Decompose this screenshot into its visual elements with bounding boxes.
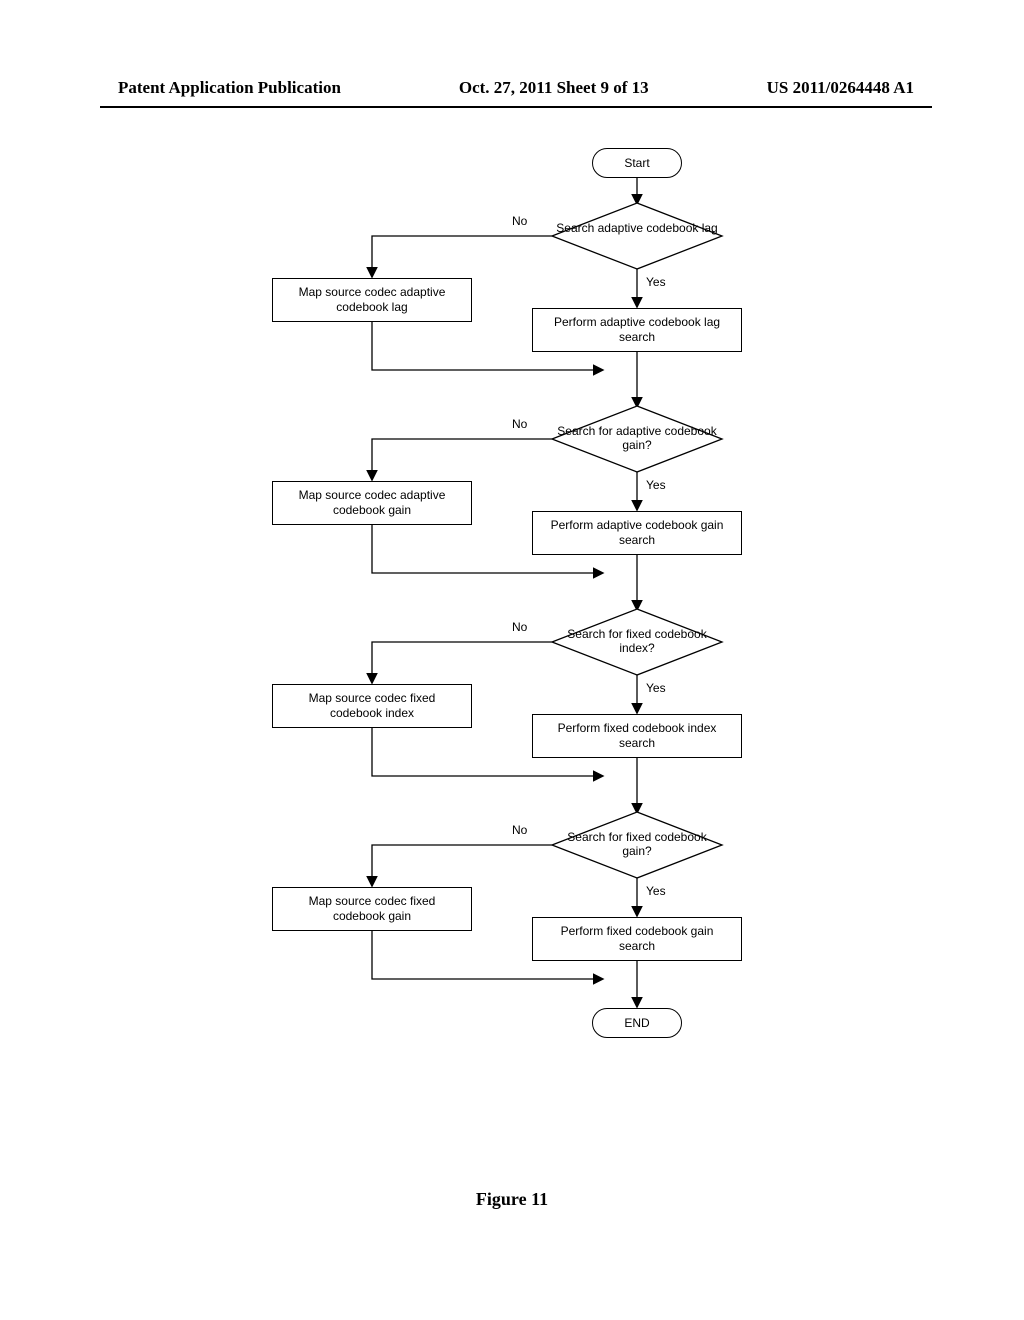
start-text: Start bbox=[624, 156, 649, 171]
no-label-3: No bbox=[512, 620, 527, 634]
map-fixed-gain: Map source codec fixed codebook gain bbox=[272, 887, 472, 931]
header-rule bbox=[100, 106, 932, 108]
yes-label-1: Yes bbox=[646, 275, 666, 289]
perform-fixed-gain: Perform fixed codebook gain search bbox=[532, 917, 742, 961]
flowchart: Start Search adaptive codebook lag No Ye… bbox=[132, 148, 892, 1148]
decision-3: Search for fixed codebook index? bbox=[552, 628, 722, 656]
perform-gain: Perform adaptive codebook gain search bbox=[532, 511, 742, 555]
yes-label-3: Yes bbox=[646, 681, 666, 695]
flowchart-edges bbox=[132, 148, 892, 1148]
decision-4: Search for fixed codebook gain? bbox=[552, 831, 722, 859]
perform-lag: Perform adaptive codebook lag search bbox=[532, 308, 742, 352]
figure-caption: Figure 11 bbox=[0, 1189, 1024, 1210]
map-gain: Map source codec adaptive codebook gain bbox=[272, 481, 472, 525]
end-node: END bbox=[592, 1008, 682, 1038]
map-fixed-index: Map source codec fixed codebook index bbox=[272, 684, 472, 728]
header-mid: Oct. 27, 2011 Sheet 9 of 13 bbox=[459, 78, 649, 98]
no-label-4: No bbox=[512, 823, 527, 837]
end-text: END bbox=[624, 1016, 649, 1031]
header-left: Patent Application Publication bbox=[118, 78, 341, 98]
yes-label-2: Yes bbox=[646, 478, 666, 492]
no-label-2: No bbox=[512, 417, 527, 431]
decision-1: Search adaptive codebook lag bbox=[552, 222, 722, 236]
yes-label-4: Yes bbox=[646, 884, 666, 898]
header-right: US 2011/0264448 A1 bbox=[767, 78, 914, 98]
page-header: Patent Application Publication Oct. 27, … bbox=[0, 0, 1024, 106]
decision-2: Search for adaptive codebook gain? bbox=[552, 425, 722, 453]
map-lag: Map source codec adaptive codebook lag bbox=[272, 278, 472, 322]
no-label-1: No bbox=[512, 214, 527, 228]
start-node: Start bbox=[592, 148, 682, 178]
perform-fixed-index: Perform fixed codebook index search bbox=[532, 714, 742, 758]
